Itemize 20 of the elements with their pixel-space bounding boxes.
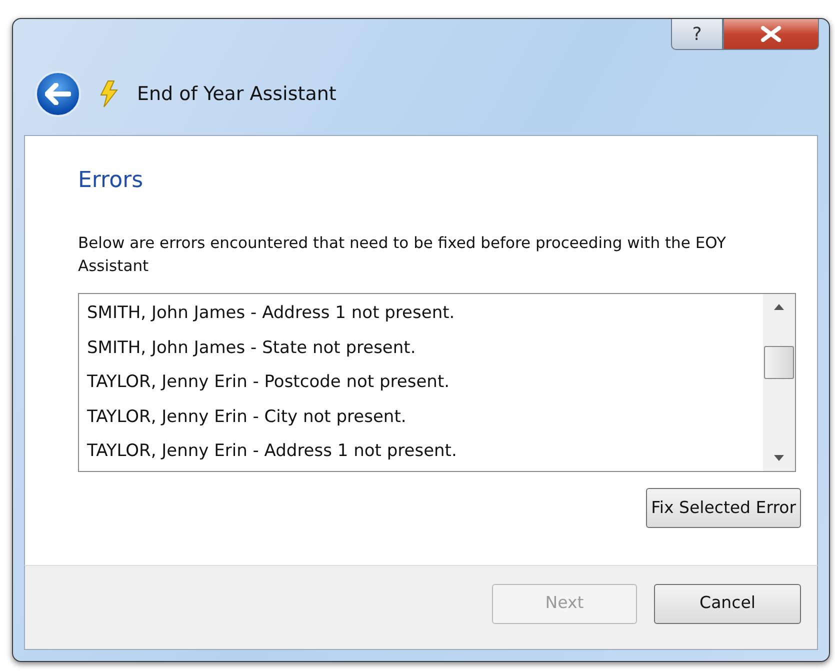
scrollbar[interactable] bbox=[763, 294, 795, 472]
back-arrow-icon bbox=[45, 83, 71, 105]
scrollbar-thumb[interactable] bbox=[764, 346, 794, 380]
close-icon bbox=[760, 26, 782, 42]
back-button[interactable] bbox=[35, 71, 81, 117]
error-list-item[interactable]: TAYLOR, Jenny Erin - Address 1 not present. bbox=[87, 434, 755, 469]
window-title: End of Year Assistant bbox=[137, 82, 336, 107]
error-list-item[interactable]: TAYLOR, Jenny Erin - Postcode not present. bbox=[87, 365, 755, 400]
description-text: Below are errors encountered that need to be fixed before proceeding with the EOY Assistant bbox=[78, 233, 727, 278]
error-list-item[interactable]: SMITH, John James - Address 1 not present. bbox=[87, 296, 755, 331]
scroll-up-icon[interactable] bbox=[774, 304, 784, 310]
error-list-item[interactable]: SMITH, John James - State not present. bbox=[87, 330, 755, 366]
wizard-button[interactable]: Cancel bbox=[654, 584, 801, 624]
fix-selected-error-button[interactable]: Fix Selected Error bbox=[646, 488, 801, 528]
close-button[interactable] bbox=[723, 19, 819, 50]
scroll-down-icon[interactable] bbox=[774, 455, 784, 462]
help-button[interactable]: ? bbox=[671, 19, 723, 50]
error-list-item[interactable]: TAYLOR, Jenny Erin - City not present. bbox=[87, 400, 755, 434]
page-heading: Errors bbox=[78, 168, 144, 194]
lightning-icon bbox=[99, 80, 119, 108]
